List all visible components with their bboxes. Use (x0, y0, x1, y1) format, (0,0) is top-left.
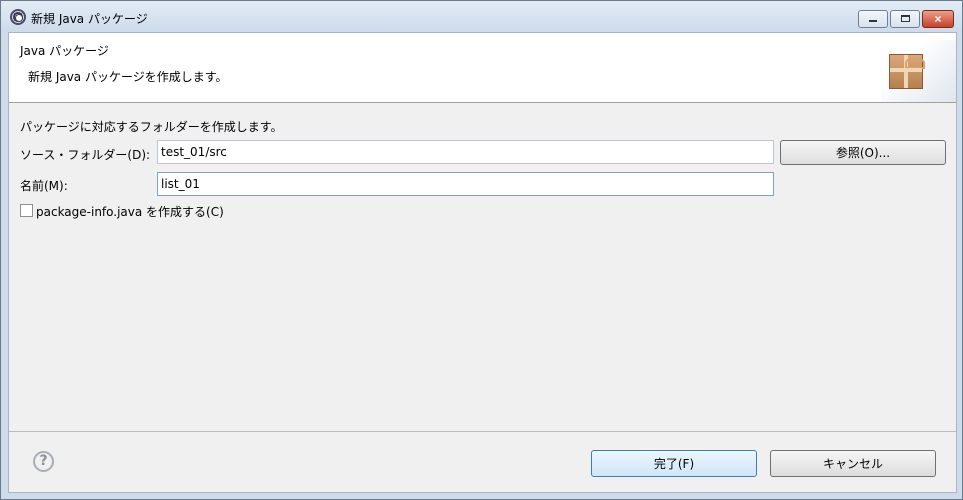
package-bow-icon (905, 57, 925, 69)
minimize-icon (869, 20, 877, 22)
wizard-title: Java パッケージ (20, 44, 109, 58)
package-name-input[interactable] (157, 172, 774, 196)
browse-button[interactable]: 参照(O)... (780, 140, 946, 165)
maximize-icon (900, 15, 910, 22)
name-label: 名前(M): (20, 179, 68, 193)
intro-text: パッケージに対応するフォルダーを作成します。 (20, 120, 283, 134)
dialog-client-area: Java パッケージ 新規 Java パッケージを作成します。 パッケージに対応… (8, 32, 957, 493)
minimize-button[interactable] (858, 10, 888, 28)
source-folder-input[interactable] (157, 140, 774, 164)
cancel-button[interactable]: キャンセル (770, 450, 936, 477)
create-package-info-label: package-info.java を作成する(C) (36, 205, 224, 219)
close-icon: × (934, 12, 942, 26)
title-bar[interactable]: 新規 Java パッケージ × (1, 1, 962, 31)
wizard-banner: Java パッケージ 新規 Java パッケージを作成します。 (9, 33, 956, 103)
create-package-info-checkbox[interactable] (20, 204, 33, 217)
package-icon (889, 54, 925, 89)
close-button[interactable]: × (922, 10, 954, 28)
footer-separator (9, 431, 956, 432)
new-java-package-dialog: 新規 Java パッケージ × Java パッケージ 新規 Java パッケージ… (0, 0, 963, 500)
window-title: 新規 Java パッケージ (31, 12, 148, 26)
eclipse-icon (10, 9, 26, 25)
wizard-description: 新規 Java パッケージを作成します。 (28, 70, 228, 84)
banner-image (882, 40, 956, 102)
help-icon[interactable]: ? (33, 451, 54, 472)
source-folder-label: ソース・フォルダー(D): (20, 148, 151, 162)
maximize-button[interactable] (890, 10, 920, 28)
finish-button[interactable]: 完了(F) (591, 450, 757, 477)
